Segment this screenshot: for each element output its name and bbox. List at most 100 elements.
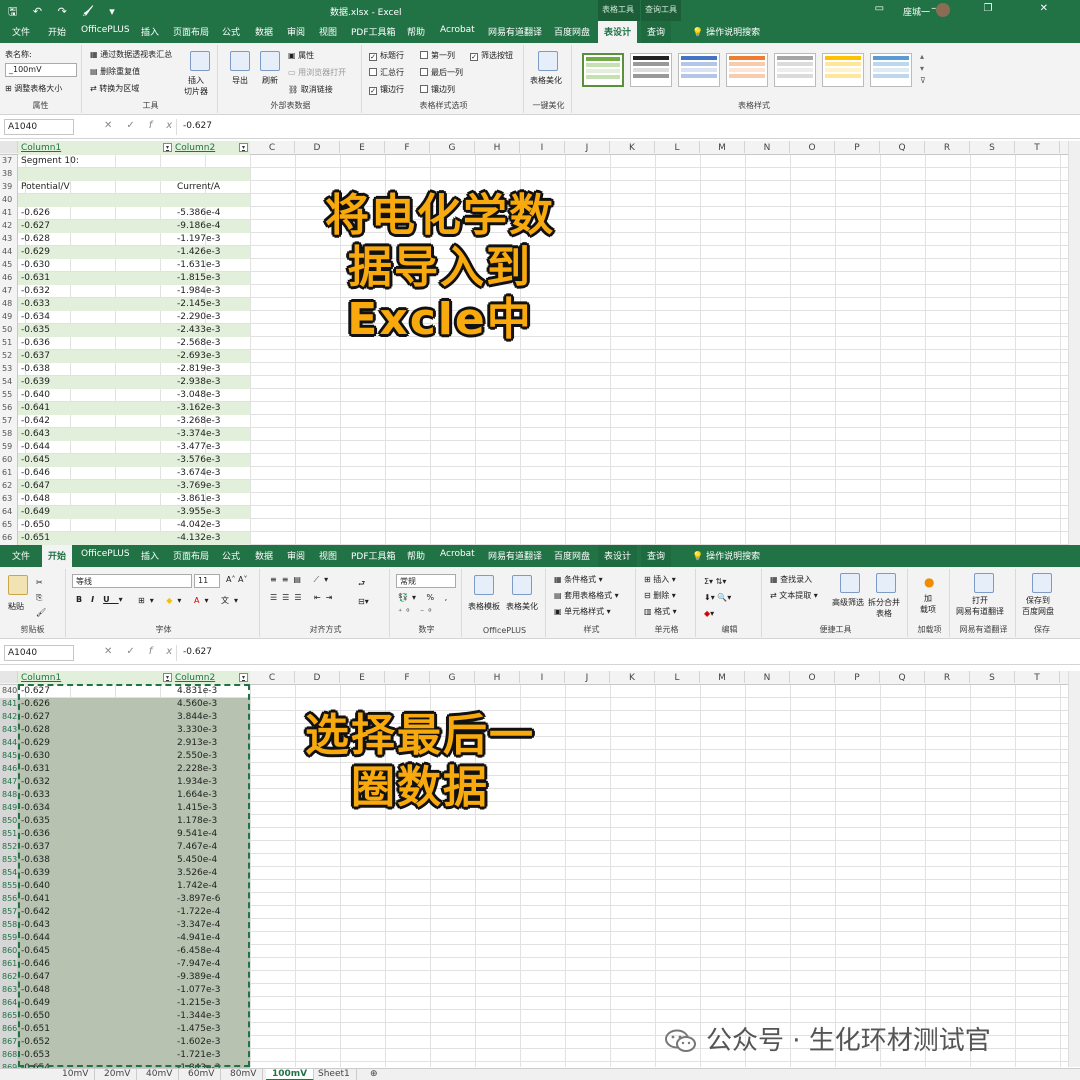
filter-dropdown-icon[interactable]: ▾ xyxy=(239,673,248,682)
col-header-f[interactable]: F xyxy=(385,671,430,683)
cell-column2[interactable]: 3.526e-4 xyxy=(177,868,217,878)
table-row[interactable]: 855 -0.640 1.742e-4 xyxy=(0,880,250,893)
table-row[interactable]: 45 -0.630 -1.631e-3 xyxy=(0,259,250,272)
row-number[interactable]: 54 xyxy=(0,376,18,389)
table-row[interactable]: 849 -0.634 1.415e-3 xyxy=(0,802,250,815)
cell-column1[interactable]: -0.636 xyxy=(21,338,50,348)
table-header-column2[interactable]: Column2 xyxy=(175,673,215,683)
cell-styles-button[interactable]: ▣ 单元格样式 ▾ xyxy=(554,606,611,617)
tab-officeplus[interactable]: OfficePLUS xyxy=(81,25,130,35)
col-header-p[interactable]: P xyxy=(835,671,880,683)
cell-column2[interactable]: -9.186e-4 xyxy=(177,221,221,231)
cell-column1[interactable]: -0.648 xyxy=(21,494,50,504)
table-row[interactable]: 845 -0.630 2.550e-3 xyxy=(0,750,250,763)
cell-column2[interactable]: -2.145e-3 xyxy=(177,299,221,309)
table-row[interactable]: 51 -0.636 -2.568e-3 xyxy=(0,337,250,350)
vertical-scrollbar[interactable] xyxy=(1068,141,1080,545)
table-row[interactable]: 55 -0.640 -3.048e-3 xyxy=(0,389,250,402)
table-row[interactable]: 862 -0.647 -9.389e-4 xyxy=(0,971,250,984)
col-header-s[interactable]: S xyxy=(970,671,1015,683)
clipboard-small-icons[interactable]: ✂ ⎘ 🖌 xyxy=(36,575,46,620)
col-header-r[interactable]: R xyxy=(925,671,970,683)
format-as-table-button[interactable]: ▤ 套用表格格式 ▾ xyxy=(554,590,619,601)
filter-dropdown-icon[interactable]: ▾ xyxy=(163,143,172,152)
vertical-scrollbar[interactable] xyxy=(1068,671,1080,1067)
cell-column1[interactable]: -0.626 xyxy=(21,699,50,709)
format-bold-italic-underline[interactable]: BIU▾ xyxy=(76,595,132,604)
advanced-filter-button[interactable]: 高级筛选 xyxy=(832,597,864,608)
table-row[interactable]: 59 -0.644 -3.477e-3 xyxy=(0,441,250,454)
cell-column1[interactable]: -0.646 xyxy=(21,468,50,478)
cell-column1[interactable]: -0.633 xyxy=(21,790,50,800)
col-header-l[interactable]: L xyxy=(655,141,700,153)
border-fill-color-icons[interactable]: ⊞▾ ◆▾ A▾ 文▾ xyxy=(138,595,243,606)
row-number[interactable]: 856 xyxy=(0,893,18,906)
row-number[interactable]: 56 xyxy=(0,402,18,415)
row-number[interactable]: 51 xyxy=(0,337,18,350)
table-row[interactable]: 860 -0.645 -6.458e-4 xyxy=(0,945,250,958)
cell-column2[interactable]: -1.984e-3 xyxy=(177,286,221,296)
col-header-h[interactable]: H xyxy=(475,141,520,153)
tab-view[interactable]: 视图 xyxy=(319,549,337,562)
style-swatch-gray[interactable] xyxy=(774,53,816,87)
cell-column1[interactable]: -0.644 xyxy=(21,933,50,943)
table-row[interactable]: 56 -0.641 -3.162e-3 xyxy=(0,402,250,415)
table-row[interactable]: 52 -0.637 -2.693e-3 xyxy=(0,350,250,363)
cell-column1[interactable]: -0.627 xyxy=(21,712,50,722)
col-header-t[interactable]: T xyxy=(1015,671,1060,683)
tab-review[interactable]: 审阅 xyxy=(287,549,305,562)
row-number[interactable]: 47 xyxy=(0,285,18,298)
cell-column2[interactable]: -3.162e-3 xyxy=(177,403,221,413)
table-row[interactable]: 866 -0.651 -1.475e-3 xyxy=(0,1023,250,1036)
table-row[interactable]: 843 -0.628 3.330e-3 xyxy=(0,724,250,737)
horizontal-align-icons[interactable]: ☰☰☰ ⇤⇥ xyxy=(270,593,337,602)
sheet-tab[interactable]: Sheet1 xyxy=(312,1069,357,1080)
cell-column2[interactable]: -3.769e-3 xyxy=(177,481,221,491)
table-row[interactable]: 38 xyxy=(0,168,250,181)
cell-column1[interactable]: -0.647 xyxy=(21,481,50,491)
opt-last-column[interactable]: 最后一列 xyxy=(420,67,463,78)
row-number[interactable]: 48 xyxy=(0,298,18,311)
row-number[interactable]: 863 xyxy=(0,984,18,997)
text-extract-button[interactable]: ⇄ 文本提取 ▾ xyxy=(770,590,818,601)
table-row[interactable]: 43 -0.628 -1.197e-3 xyxy=(0,233,250,246)
style-swatch-blue[interactable] xyxy=(678,53,720,87)
table-row[interactable]: 57 -0.642 -3.268e-3 xyxy=(0,415,250,428)
cell-column2[interactable]: -1.722e-4 xyxy=(177,907,221,917)
window-controls[interactable]: ▭ – ❐ ✕ xyxy=(875,3,1070,14)
row-number[interactable]: 860 xyxy=(0,945,18,958)
cell-column2[interactable]: -1.475e-3 xyxy=(177,1024,221,1034)
row-number[interactable]: 63 xyxy=(0,493,18,506)
tab-help[interactable]: 帮助 xyxy=(407,549,425,562)
row-number[interactable]: 848 xyxy=(0,789,18,802)
name-box[interactable]: A1040 xyxy=(4,645,74,661)
tab-formulas[interactable]: 公式 xyxy=(222,549,240,562)
pivot-summarize-button[interactable]: ▦ 通过数据透视表汇总 xyxy=(90,49,172,60)
cell-column2[interactable]: 3.330e-3 xyxy=(177,725,217,735)
row-number[interactable]: 41 xyxy=(0,207,18,220)
tab-baidu[interactable]: 百度网盘 xyxy=(554,25,590,38)
row-number[interactable]: 65 xyxy=(0,519,18,532)
font-size-select[interactable]: 11 xyxy=(194,574,220,588)
table-row[interactable]: 42 -0.627 -9.186e-4 xyxy=(0,220,250,233)
row-number[interactable]: 43 xyxy=(0,233,18,246)
row-number[interactable]: 844 xyxy=(0,737,18,750)
cell-column1[interactable]: -0.649 xyxy=(21,998,50,1008)
unlink-button[interactable]: ⛓ 取消链接 xyxy=(288,84,333,95)
table-row[interactable]: 40 xyxy=(0,194,250,207)
cell-column1[interactable]: -0.632 xyxy=(21,777,50,787)
paste-button[interactable]: 粘贴 xyxy=(8,601,24,612)
font-grow-shrink-icons[interactable]: A˄ A˅ xyxy=(226,575,248,584)
tab-acrobat[interactable]: Acrobat xyxy=(440,549,475,559)
remove-duplicates-button[interactable]: ▤ 删除重复值 xyxy=(90,66,140,77)
cell-column2[interactable]: -2.693e-3 xyxy=(177,351,221,361)
formula-icons[interactable]: ✕✓fx xyxy=(104,120,186,131)
col-header-c[interactable]: C xyxy=(250,671,295,683)
cell-column2[interactable]: -7.947e-4 xyxy=(177,959,221,969)
cell-column1[interactable]: -0.633 xyxy=(21,299,50,309)
open-browser-button[interactable]: ▭ 用浏览器打开 xyxy=(288,67,346,78)
table-row[interactable]: 63 -0.648 -3.861e-3 xyxy=(0,493,250,506)
row-number[interactable]: 39 xyxy=(0,181,18,194)
col-header-m[interactable]: M xyxy=(700,671,745,683)
cell-column1[interactable]: -0.637 xyxy=(21,842,50,852)
